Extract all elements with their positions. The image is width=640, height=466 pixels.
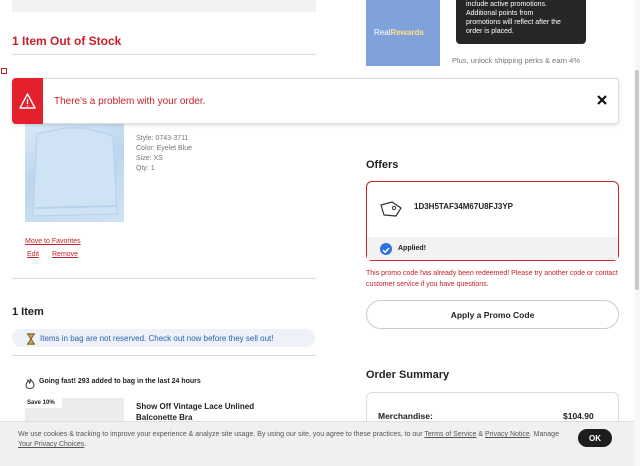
divider [12,54,316,55]
promo-code-value: 1D3H5TAF34M67U8FJ3YP [414,202,514,211]
applied-label: Applied! [398,245,426,252]
product-qty: Qty: 1 [136,165,155,172]
product-name-line: Show Off Vintage Lace Unlined [136,402,255,411]
divider [12,355,316,356]
rewards-note: Plus, unlock shipping perks & earn 4% [452,56,580,65]
edge-marker [1,68,7,74]
scrollbar-thumb[interactable] [635,70,639,290]
sweater-image [32,127,118,217]
cookie-text: We use cookies & tracking to improve you… [18,431,559,448]
apply-promo-code-button[interactable]: Apply a Promo Code [366,300,619,329]
out-of-stock-title: 1 Item Out of Stock [12,34,122,48]
warning-icon [19,93,36,109]
order-summary-title: Order Summary [366,369,450,381]
rewards-brand-logo: RealRewards [374,28,424,37]
product-image[interactable] [25,124,124,222]
privacy-notice-link[interactable]: Privacy Notice [485,431,530,438]
tag-icon [380,201,402,217]
merchandise-value: $104.90 [563,411,594,421]
rewards-tooltip: include active promotions. Additional po… [456,0,586,44]
previous-section-box [12,0,316,12]
edit-link[interactable]: Edit [27,251,39,258]
items-section-title: 1 Item [12,306,44,318]
product-style: Style: 0743-3711 [136,135,189,142]
not-reserved-text: Items in bag are not reserved. Check out… [40,334,274,343]
terms-of-service-link[interactable]: Terms of Service [424,431,476,438]
tooltip-line: Additional points from [466,10,534,17]
going-fast-text: Going fast! 293 added to bag in the last… [39,378,201,385]
tooltip-line: order is placed. [466,28,514,35]
alert-message: There's a problem with your order. [54,96,206,107]
move-to-favorites-link[interactable]: Move to Favorites [25,238,81,245]
merchandise-label: Merchandise: [378,411,433,421]
product-color: Color: Eyelet Blue [136,145,193,152]
divider [12,278,316,279]
promo-error-message: This promo code has already been redeeme… [366,270,618,288]
check-circle-icon [380,243,392,255]
product-size: Size: XS [136,155,163,162]
save-badge: Save 10% [24,398,62,408]
hourglass-icon [26,332,36,345]
close-icon[interactable] [594,92,610,108]
privacy-choices-link[interactable]: Your Privacy Choices [18,441,84,448]
product-name[interactable]: Show Off Vintage Lace Unlined Balconette… [136,401,276,423]
tooltip-line: include active promotions. [466,1,547,8]
alert-icon-box [12,78,43,124]
flame-icon [25,376,35,390]
cookie-ok-button[interactable]: OK [578,429,612,447]
remove-link[interactable]: Remove [52,251,78,258]
tooltip-line: promotions will reflect after the [466,19,561,26]
offers-title: Offers [366,159,399,171]
